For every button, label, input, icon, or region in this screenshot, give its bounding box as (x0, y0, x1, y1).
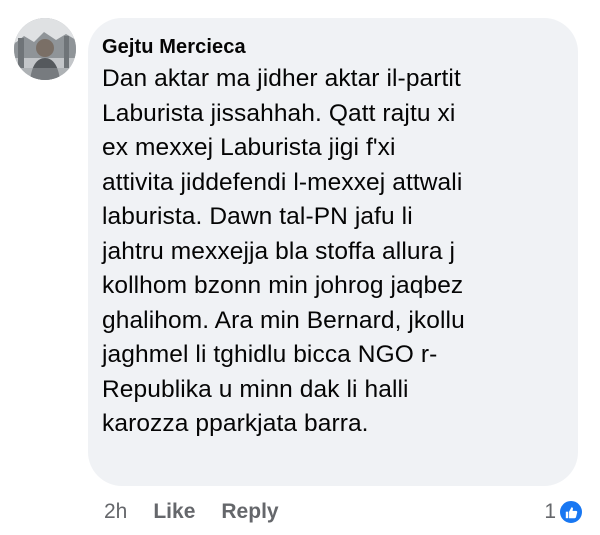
avatar[interactable] (14, 18, 76, 80)
reactions-summary[interactable]: 1 (544, 496, 584, 528)
comment: Gejtu Mercieca Dan aktar ma jidher aktar… (0, 0, 600, 535)
author-name[interactable]: Gejtu Mercieca (102, 34, 560, 60)
reply-button[interactable]: Reply (221, 500, 278, 524)
comment-text: Dan aktar ma jidher aktar il-partit Labu… (102, 65, 465, 437)
like-button[interactable]: Like (153, 500, 195, 524)
comment-bubble: Gejtu Mercieca Dan aktar ma jidher aktar… (88, 18, 578, 486)
profile-photo (14, 18, 76, 80)
timestamp[interactable]: 2h (104, 500, 127, 524)
thumbs-up-icon (558, 499, 584, 525)
reaction-count: 1 (544, 500, 556, 523)
comment-actions: 2h Like Reply (104, 496, 305, 528)
